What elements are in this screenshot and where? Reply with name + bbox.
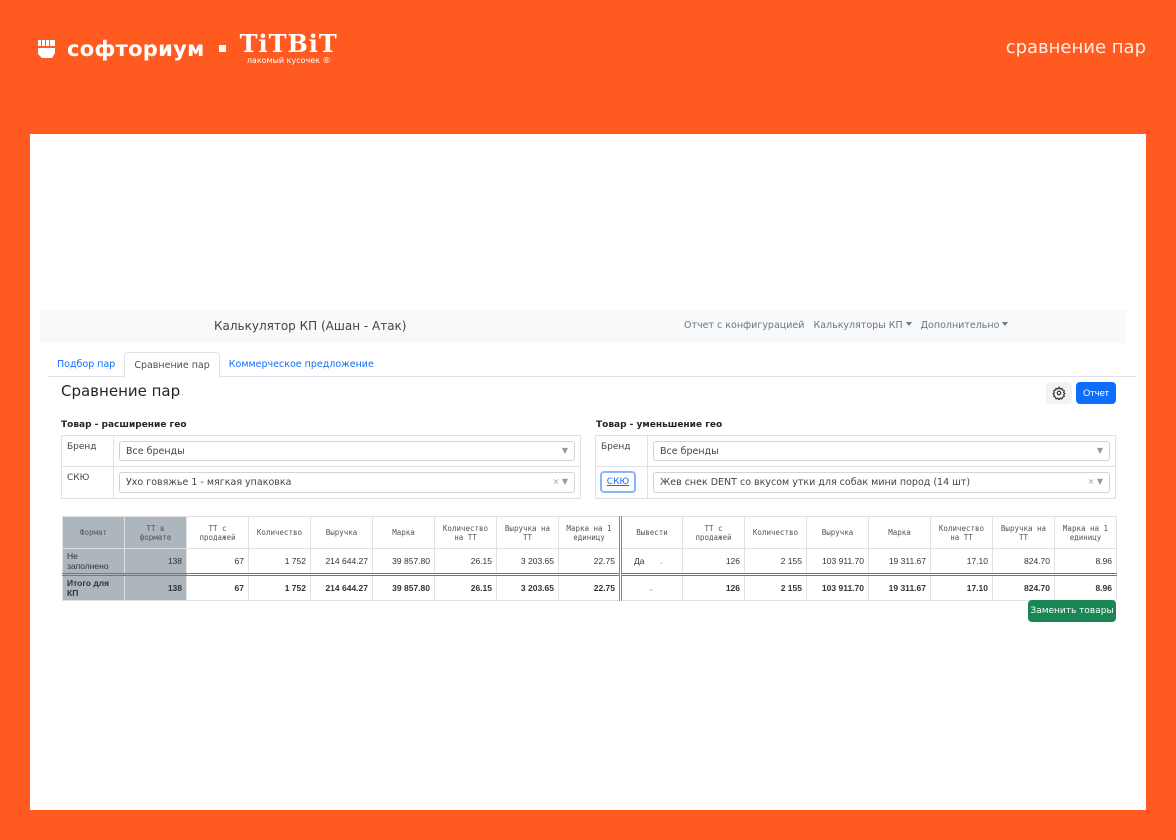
left-sku-select[interactable]: Ухо говяжье 1 - мягкая упаковка × ▼ <box>119 472 575 493</box>
table-cell: 26.15 <box>434 548 497 575</box>
table-cell: 2 155 <box>744 573 807 601</box>
tab-commercial-offer[interactable]: Коммерческое предложение <box>220 352 383 377</box>
left-filter-table: Бренд Все бренды ▼ СКЮ Ухо говяжье 1 - мя… <box>61 435 581 499</box>
table-cell: 1 752 <box>248 548 311 575</box>
table-cell: 138 <box>124 548 187 575</box>
settings-button[interactable] <box>1046 382 1072 404</box>
table-cell: 103 911.70 <box>806 573 869 601</box>
column-header: ТТ в формате <box>124 516 187 549</box>
table-cell: 214 644.27 <box>310 573 373 601</box>
table-cell: 214 644.27 <box>310 548 373 575</box>
nav-more-dropdown[interactable]: Дополнительно <box>921 320 1009 331</box>
column-header: ТТ с продажей <box>186 516 249 549</box>
tab-pair-selection[interactable]: Подбор пар <box>48 352 124 377</box>
clear-chevron-icon[interactable]: × ▼ <box>553 477 568 486</box>
partner-logo: TiTBiT лакомый кусочек ® <box>239 29 338 65</box>
separator-dot <box>218 45 226 52</box>
table-cell: 1 752 <box>248 573 311 601</box>
table-cell: 2 155 <box>744 548 807 575</box>
tab-pair-comparison[interactable]: Сравнение пар <box>124 352 220 378</box>
column-header: Вывести <box>619 516 683 549</box>
replace-products-button[interactable]: Заменить товары <box>1028 600 1116 622</box>
table-cell: 824.70 <box>992 573 1055 601</box>
table-cell: 3 203.65 <box>496 548 559 575</box>
table-cell: 138 <box>124 573 187 601</box>
table-cell: 8.96 <box>1054 573 1117 601</box>
column-header: ТТ с продажей <box>682 516 745 549</box>
more-menu[interactable]: ... <box>176 388 184 397</box>
table-cell: 22.75 <box>558 573 621 601</box>
table-cell: 103 911.70 <box>806 548 869 575</box>
chevron-down-icon: ⌄ <box>648 586 654 593</box>
left-brand-select[interactable]: Все бренды ▼ <box>119 441 575 461</box>
column-header: Количество <box>248 516 311 549</box>
sku-link-button[interactable]: СКЮ <box>600 471 636 493</box>
column-header: Выручка <box>310 516 373 549</box>
page-label: сравнение пар <box>1005 37 1146 58</box>
table-cell: 126 <box>682 573 745 601</box>
remove-select[interactable]: Да ⌄ <box>619 548 683 575</box>
right-brand-select[interactable]: Все бренды ▼ <box>653 441 1110 461</box>
column-header: Марка <box>372 516 435 549</box>
table-cell: 824.70 <box>992 548 1055 575</box>
gear-icon <box>1052 386 1066 400</box>
brand-label: Бренд <box>62 436 114 466</box>
column-header: Количество на ТТ <box>434 516 497 549</box>
table-cell: 126 <box>682 548 745 575</box>
page-title: Сравнение пар <box>61 382 181 400</box>
column-header: Выручка на ТТ <box>496 516 559 549</box>
table-cell: 39 857.80 <box>372 548 435 575</box>
table-cell: 19 311.67 <box>868 548 931 575</box>
column-header: Марка на 1 единицу <box>558 516 621 549</box>
table-cell: 22.75 <box>558 548 621 575</box>
table-cell: 8.96 <box>1054 548 1117 575</box>
tabs: Подбор пар Сравнение пар Коммерческое пр… <box>48 352 1136 378</box>
right-section-title: Товар - уменьшение гео <box>596 420 723 430</box>
table-cell: Итого для КП <box>62 573 125 601</box>
chevron-down-icon: ⌄ <box>658 559 665 566</box>
column-header: Марка <box>868 516 931 549</box>
select-value: Да <box>634 556 645 566</box>
right-filter-table: Бренд Все бренды ▼ СКЮ Жев снек DENT со в… <box>595 435 1116 499</box>
nav-config-report[interactable]: Отчет с конфигурацией <box>684 320 804 331</box>
comparison-table: Формат ТТ в формате ТТ с продажей Количеств… <box>62 516 1117 601</box>
table-cell: 17.10 <box>930 548 993 575</box>
table-cell: 3 203.65 <box>496 573 559 601</box>
app-screenshot-panel: Калькулятор КП (Ашан - Атак) Отчет с кон… <box>30 134 1146 810</box>
column-header: Количество на ТТ <box>930 516 993 549</box>
navbar-title[interactable]: Калькулятор КП (Ашан - Атак) <box>214 319 407 333</box>
table-cell: 26.15 <box>434 573 497 601</box>
left-section-title: Товар - расширение гео <box>61 420 187 430</box>
right-sku-select[interactable]: Жев снек DENT со вкусом утки для собак м… <box>653 472 1110 493</box>
brand-label: Бренд <box>596 436 648 466</box>
column-header: Марка на 1 единицу <box>1054 516 1117 549</box>
clear-chevron-icon[interactable]: × ▼ <box>1088 477 1103 486</box>
navbar: Калькулятор КП (Ашан - Атак) Отчет с кон… <box>40 310 1126 343</box>
table-cell: 19 311.67 <box>868 573 931 601</box>
total-row: Итого для КП 138 67 1 752 214 644.27 39 857.8… <box>62 573 1117 601</box>
brand-name: софториум <box>67 36 205 61</box>
fist-logo-icon <box>38 39 55 58</box>
chevron-down-icon: ▼ <box>561 446 568 455</box>
nav-calculators-dropdown[interactable]: Калькуляторы КП <box>813 320 911 331</box>
table-cell: Не заполнено <box>62 548 125 575</box>
table-cell: 39 857.80 <box>372 573 435 601</box>
header-logo: софториум TiTBiT лакомый кусочек ® <box>37 32 338 65</box>
remove-select[interactable]: ⌄ <box>619 573 683 601</box>
column-header: Выручка на ТТ <box>992 516 1055 549</box>
table-row: Не заполнено 138 67 1 752 214 644.27 39 857.8… <box>62 548 1117 575</box>
sku-label: СКЮ <box>62 467 114 498</box>
column-header: Выручка <box>806 516 869 549</box>
table-cell: 67 <box>186 573 249 601</box>
chevron-down-icon: ▼ <box>1096 446 1103 455</box>
table-cell: 67 <box>186 548 249 575</box>
report-button[interactable]: Отчет <box>1076 382 1116 404</box>
column-header: Количество <box>744 516 807 549</box>
column-header: Формат <box>62 516 125 549</box>
table-cell: 17.10 <box>930 573 993 601</box>
